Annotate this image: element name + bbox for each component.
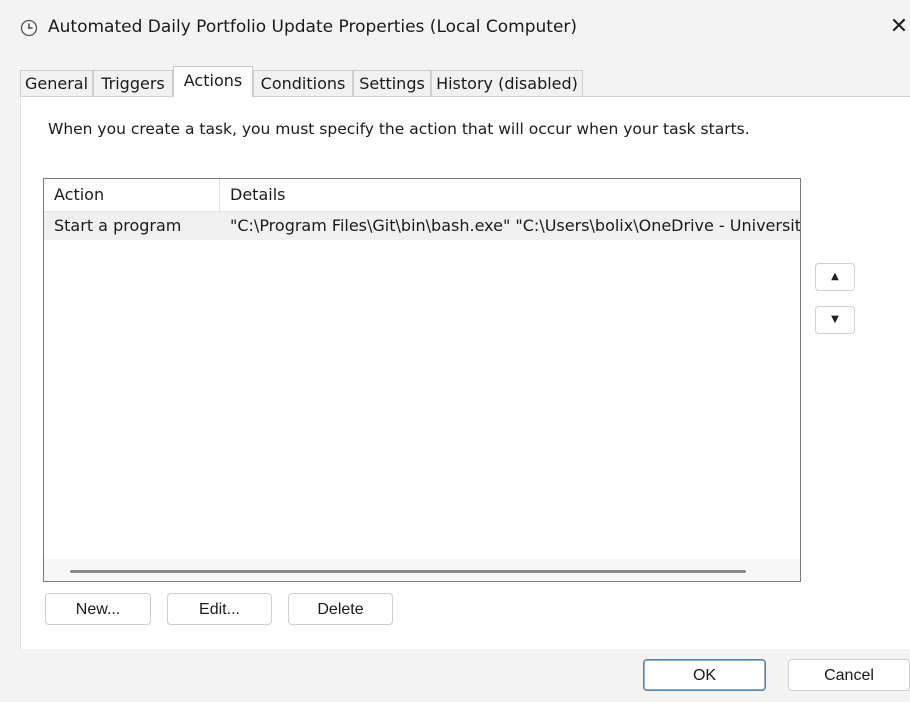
table-row[interactable]: Start a program "C:\Program Files\Git\bi… [44, 212, 800, 240]
tab-conditions[interactable]: Conditions [253, 70, 353, 96]
triangle-down-icon: ▼ [831, 314, 839, 325]
task-properties-dialog: Automated Daily Portfolio Update Propert… [0, 0, 910, 702]
actions-tab-panel: When you create a task, you must specify… [20, 96, 910, 649]
ok-button[interactable]: OK [643, 659, 766, 691]
row-details-cell: "C:\Program Files\Git\bin\bash.exe" "C:\… [230, 216, 800, 235]
instructions-text: When you create a task, you must specify… [48, 120, 750, 138]
tab-actions[interactable]: Actions [173, 66, 253, 97]
horizontal-scrollbar[interactable] [44, 559, 800, 581]
delete-action-button[interactable]: Delete [288, 593, 393, 625]
tab-strip: General Triggers Actions Conditions Sett… [20, 66, 910, 97]
tab-general[interactable]: General [20, 70, 93, 96]
tab-history[interactable]: History (disabled) [431, 70, 583, 96]
column-header-details[interactable]: Details [220, 179, 800, 211]
tab-settings[interactable]: Settings [353, 70, 431, 96]
new-action-button[interactable]: New... [45, 593, 151, 625]
close-icon[interactable]: ✕ [888, 14, 910, 40]
actions-list[interactable]: Action Details Start a program "C:\Progr… [43, 178, 801, 582]
triangle-up-icon: ▲ [831, 271, 839, 282]
row-action-cell: Start a program [54, 216, 182, 235]
title-bar: Automated Daily Portfolio Update Propert… [0, 0, 910, 52]
scrollbar-thumb[interactable] [70, 570, 746, 573]
tab-triggers[interactable]: Triggers [93, 70, 173, 96]
move-down-button[interactable]: ▼ [815, 306, 855, 334]
move-up-button[interactable]: ▲ [815, 263, 855, 291]
edit-action-button[interactable]: Edit... [167, 593, 272, 625]
window-title: Automated Daily Portfolio Update Propert… [48, 17, 578, 37]
column-header-action[interactable]: Action [44, 179, 220, 211]
cancel-button[interactable]: Cancel [788, 659, 910, 691]
clock-icon [20, 19, 38, 37]
list-header: Action Details [44, 179, 800, 212]
